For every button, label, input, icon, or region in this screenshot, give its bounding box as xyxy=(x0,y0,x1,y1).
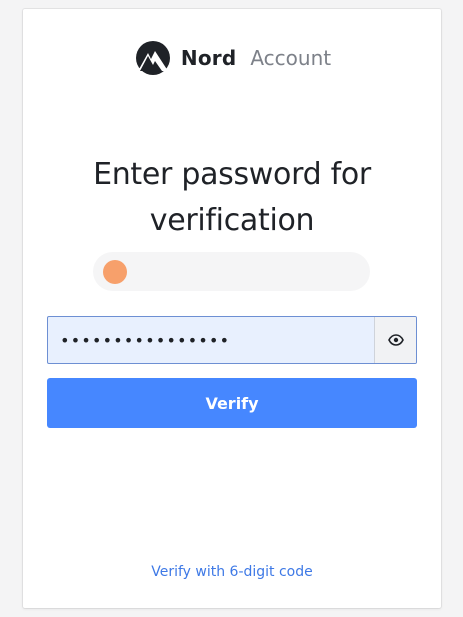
page-title: Enter password for verification xyxy=(93,157,371,238)
brand-header: Nord Account xyxy=(23,41,441,75)
show-password-button[interactable] xyxy=(374,317,416,363)
account-chip xyxy=(93,252,370,291)
brand-product: Account xyxy=(250,46,332,70)
account-email xyxy=(137,263,347,279)
login-card: Nord Account Enter password for verifica… xyxy=(23,9,441,608)
verify-with-code-link[interactable]: Verify with 6-digit code xyxy=(23,564,441,580)
nord-logo-icon xyxy=(135,41,170,75)
password-field xyxy=(47,316,417,364)
password-input[interactable] xyxy=(48,317,374,363)
brand-name: Nord xyxy=(180,46,237,70)
avatar xyxy=(103,260,127,284)
eye-icon xyxy=(387,334,404,346)
verify-button[interactable]: Verify xyxy=(47,378,417,428)
